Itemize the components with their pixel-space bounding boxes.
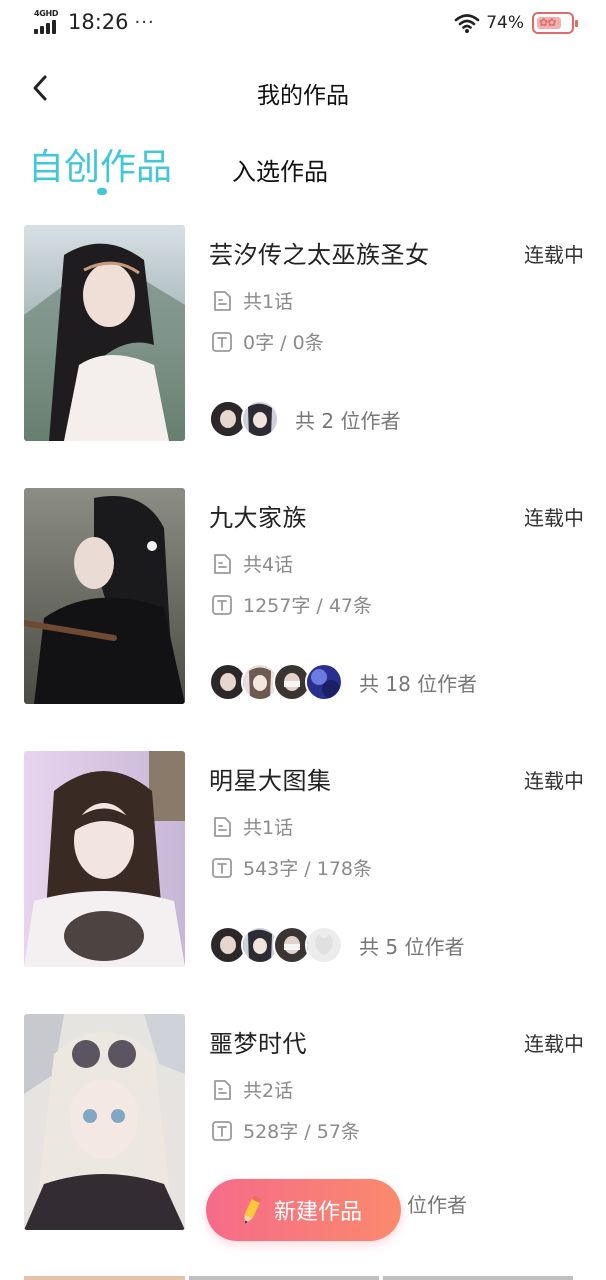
status-right: 74% ✿✿: [454, 12, 578, 34]
episodes-row: 共1话: [211, 287, 293, 314]
next-card-peek: [24, 1276, 590, 1280]
work-status-badge: 连载中: [524, 243, 584, 267]
text-icon: [212, 857, 232, 878]
episodes-row: 共2话: [211, 1076, 293, 1103]
pencil-icon: [244, 1195, 262, 1224]
tab-selected-works[interactable]: 入选作品: [232, 152, 328, 187]
tab-original-works[interactable]: 自创作品: [28, 138, 172, 190]
author-avatar: [305, 926, 343, 964]
text-icon: [212, 331, 232, 352]
text-icon: [212, 594, 232, 615]
author-avatar: [305, 663, 343, 701]
authors-row: 共 5 位作者: [209, 926, 464, 964]
stats-row: 528字 / 57条: [211, 1117, 360, 1144]
stats-row: 0字 / 0条: [211, 328, 324, 355]
page-title: 我的作品: [257, 83, 349, 109]
episodes-count: 共1话: [243, 291, 294, 313]
network-type: 4GHD: [34, 9, 59, 18]
work-cover-image: [24, 225, 185, 441]
authors-row: 共 18 位作者: [209, 663, 477, 701]
episodes-count: 共2话: [243, 1080, 294, 1102]
word-entry-count: 528字 / 57条: [243, 1121, 360, 1143]
work-card[interactable]: 九大家族 连载中 共4话 1257字 / 47条 共 18 位作者: [0, 488, 606, 704]
work-cover-image: [24, 1014, 185, 1230]
more-notifications-icon: ···: [134, 11, 155, 33]
author-avatar: [241, 400, 279, 438]
word-entry-count: 1257字 / 47条: [243, 595, 373, 617]
clock: 18:26: [68, 10, 129, 34]
work-cover-image: [24, 488, 185, 704]
nav-bar: 我的作品: [0, 62, 606, 118]
wifi-icon: [454, 14, 480, 33]
work-card[interactable]: 明星大图集 连载中 共1话 543字 / 178条 共 5 位作者: [0, 751, 606, 967]
episodes-count: 共4话: [243, 554, 294, 576]
episodes-count: 共1话: [243, 817, 294, 839]
work-cover-image: [24, 751, 185, 967]
word-entry-count: 0字 / 0条: [243, 332, 324, 354]
work-title: 噩梦时代: [209, 1030, 307, 1058]
status-left: 4GHD 18:26 ···: [34, 9, 155, 34]
document-icon: [214, 553, 231, 574]
status-bar: 4GHD 18:26 ··· 74% ✿✿: [0, 0, 606, 48]
new-work-label: 新建作品: [274, 1200, 363, 1225]
new-work-button[interactable]: 新建作品: [206, 1179, 401, 1241]
work-card[interactable]: 芸汐传之太巫族圣女 连载中 共1话 0字 / 0条 共 2 位作者: [0, 225, 606, 441]
word-entry-count: 543字 / 178条: [243, 858, 373, 880]
work-title: 芸汐传之太巫族圣女: [209, 241, 430, 269]
work-status-badge: 连载中: [524, 769, 584, 793]
work-title: 明星大图集: [209, 767, 332, 795]
work-status-badge: 连载中: [524, 506, 584, 530]
document-icon: [214, 816, 231, 837]
battery-icon: ✿✿: [532, 12, 578, 34]
episodes-row: 共1话: [211, 813, 293, 840]
authors-row: 共 2 位作者: [209, 400, 400, 438]
authors-count: 共 18 位作者: [359, 671, 478, 696]
episodes-row: 共4话: [211, 550, 293, 577]
tab-indicator: [97, 188, 107, 195]
signal-icon: 4GHD: [34, 9, 62, 34]
authors-count: 共 5 位作者: [359, 934, 465, 959]
document-icon: [214, 1079, 231, 1100]
authors-count: 共 2 位作者: [295, 408, 401, 433]
work-title: 九大家族: [209, 504, 307, 532]
stats-row: 1257字 / 47条: [211, 591, 372, 618]
authors-count: 位作者: [407, 1193, 467, 1217]
stats-row: 543字 / 178条: [211, 854, 372, 881]
text-icon: [212, 1120, 232, 1141]
work-status-badge: 连载中: [524, 1032, 584, 1056]
tab-bar: 自创作品 入选作品: [28, 138, 588, 200]
battery-percent: 74%: [486, 13, 524, 33]
document-icon: [214, 290, 231, 311]
